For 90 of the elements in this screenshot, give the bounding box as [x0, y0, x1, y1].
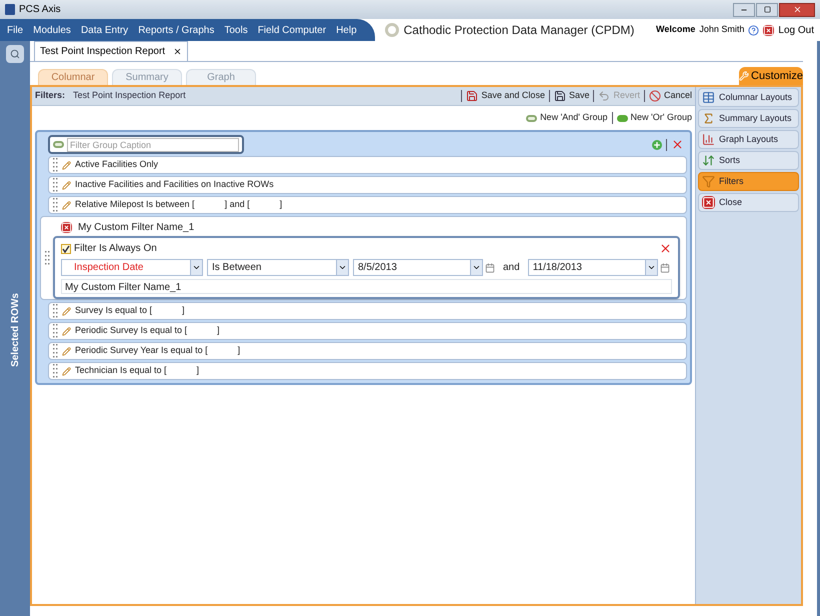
cancel-icon [648, 90, 661, 102]
app-title: Cathodic Protection Data Manager (CPDM) [404, 22, 634, 39]
joiner-text: and [502, 261, 521, 275]
drag-handle-icon[interactable] [44, 251, 50, 265]
filter-row[interactable]: Periodic Survey Is equal to [ ] [48, 322, 687, 340]
toolbar-button[interactable]: Save [554, 89, 590, 103]
rings-icon [526, 114, 538, 122]
drag-handle-icon[interactable] [52, 324, 58, 338]
maximize-icon [764, 6, 770, 13]
pencil-icon[interactable] [62, 160, 71, 170]
search-icon [10, 49, 20, 59]
menu-button[interactable]: Columnar Layouts [698, 88, 799, 107]
drag-handle-icon[interactable] [52, 178, 58, 192]
pencil-icon[interactable] [62, 200, 71, 210]
window-title: PCS Axis [19, 3, 61, 17]
checkbox-label: Filter Is Always On [74, 242, 157, 256]
calendar-icon[interactable] [660, 262, 670, 272]
menu-button[interactable]: Sorts [698, 151, 799, 170]
menu-button[interactable]: Graph Layouts [698, 130, 799, 149]
add-icon[interactable] [652, 140, 662, 150]
filter-row[interactable]: Active Facilities Only [48, 156, 687, 174]
pencil-icon[interactable] [62, 366, 71, 376]
close-icon [702, 196, 715, 209]
customize-button[interactable]: Customize [739, 67, 803, 85]
menu-item[interactable]: Reports / Graphs [138, 22, 214, 38]
drag-handle-icon[interactable] [52, 364, 58, 378]
sigma-icon [702, 112, 715, 125]
menu-item[interactable]: File [7, 22, 24, 38]
undo-icon [598, 90, 610, 102]
welcome-label: Welcome [656, 23, 696, 36]
menu-item[interactable]: Help [336, 22, 357, 38]
funnel-icon [702, 175, 715, 188]
help-icon[interactable] [748, 24, 760, 36]
pencil-icon[interactable] [62, 326, 71, 336]
close-button[interactable] [779, 2, 815, 16]
wrench-icon [739, 71, 750, 81]
app-logo-icon [5, 4, 15, 15]
chart-icon [702, 133, 715, 146]
search-button[interactable] [6, 45, 24, 63]
caption-field[interactable]: Filter Group Caption [48, 135, 244, 154]
menu-item[interactable]: Tools [224, 22, 248, 38]
report-name: Test Point Inspection Report [73, 89, 186, 102]
side-strip-label[interactable]: Selected ROWs [8, 293, 22, 367]
menu-item[interactable]: Field Computer [258, 22, 326, 38]
pencil-icon[interactable] [62, 346, 71, 356]
group-button[interactable]: New 'Or' Group [616, 111, 692, 125]
user-name: John Smith [699, 23, 744, 36]
maximize-button[interactable] [756, 2, 778, 16]
checkbox[interactable] [61, 244, 71, 254]
document-tab[interactable]: Test Point Inspection Report [34, 41, 188, 61]
delete-icon[interactable] [671, 138, 684, 151]
filter-name: My Custom Filter Name_1 [78, 220, 194, 234]
save-icon [554, 90, 566, 102]
filter-row[interactable]: Relative Milepost Is between [ ] and [ ] [48, 196, 687, 214]
delete-icon[interactable] [659, 242, 672, 255]
table-icon [702, 91, 715, 104]
close-tab-icon[interactable] [173, 47, 182, 56]
group-button[interactable]: New 'And' Group [526, 111, 608, 125]
toolbar-button[interactable]: Save and Close [466, 89, 545, 103]
toolbar-label: Filters: [35, 89, 66, 102]
dropdown-field[interactable]: Is Between [207, 259, 349, 276]
menu-button[interactable]: Summary Layouts [698, 109, 799, 128]
close-icon [792, 5, 802, 14]
drag-handle-icon[interactable] [52, 344, 58, 358]
pencil-icon[interactable] [62, 180, 71, 190]
calendar-icon[interactable] [485, 262, 495, 272]
rings-icon [53, 141, 64, 148]
pencil-icon[interactable] [62, 306, 71, 316]
filter-row[interactable]: Inactive Facilities and Facilities on Inactive ROWs [48, 176, 687, 194]
save-icon [466, 90, 478, 102]
dropdown-field[interactable]: Inspection Date [61, 259, 203, 276]
dropdown-field[interactable]: 8/5/2013 [353, 259, 483, 276]
dropdown-field[interactable]: 11/18/2013 [528, 259, 658, 276]
drag-handle-icon[interactable] [52, 158, 58, 172]
drag-handle-icon[interactable] [52, 198, 58, 212]
drag-handle-icon[interactable] [52, 304, 58, 318]
filter-row[interactable]: Technician Is equal to [ ] [48, 362, 687, 380]
remove-icon[interactable] [61, 222, 72, 232]
sort-icon [702, 154, 715, 167]
logout-link[interactable]: Log Out [778, 22, 814, 38]
filter-row[interactable]: Periodic Survey Year Is equal to [ ] [48, 342, 687, 360]
logout-icon [763, 24, 774, 36]
menu-item[interactable]: Data Entry [80, 22, 128, 38]
name-field[interactable]: My Custom Filter Name_1 [61, 279, 672, 294]
menu-button[interactable]: Filters [698, 172, 799, 191]
menu-button[interactable]: Close [698, 193, 799, 212]
toolbar-button[interactable]: Cancel [648, 89, 692, 103]
menu-item[interactable]: Modules [33, 22, 71, 38]
rings-icon [616, 114, 628, 122]
filter-row[interactable]: Survey Is equal to [ ] [48, 302, 687, 320]
